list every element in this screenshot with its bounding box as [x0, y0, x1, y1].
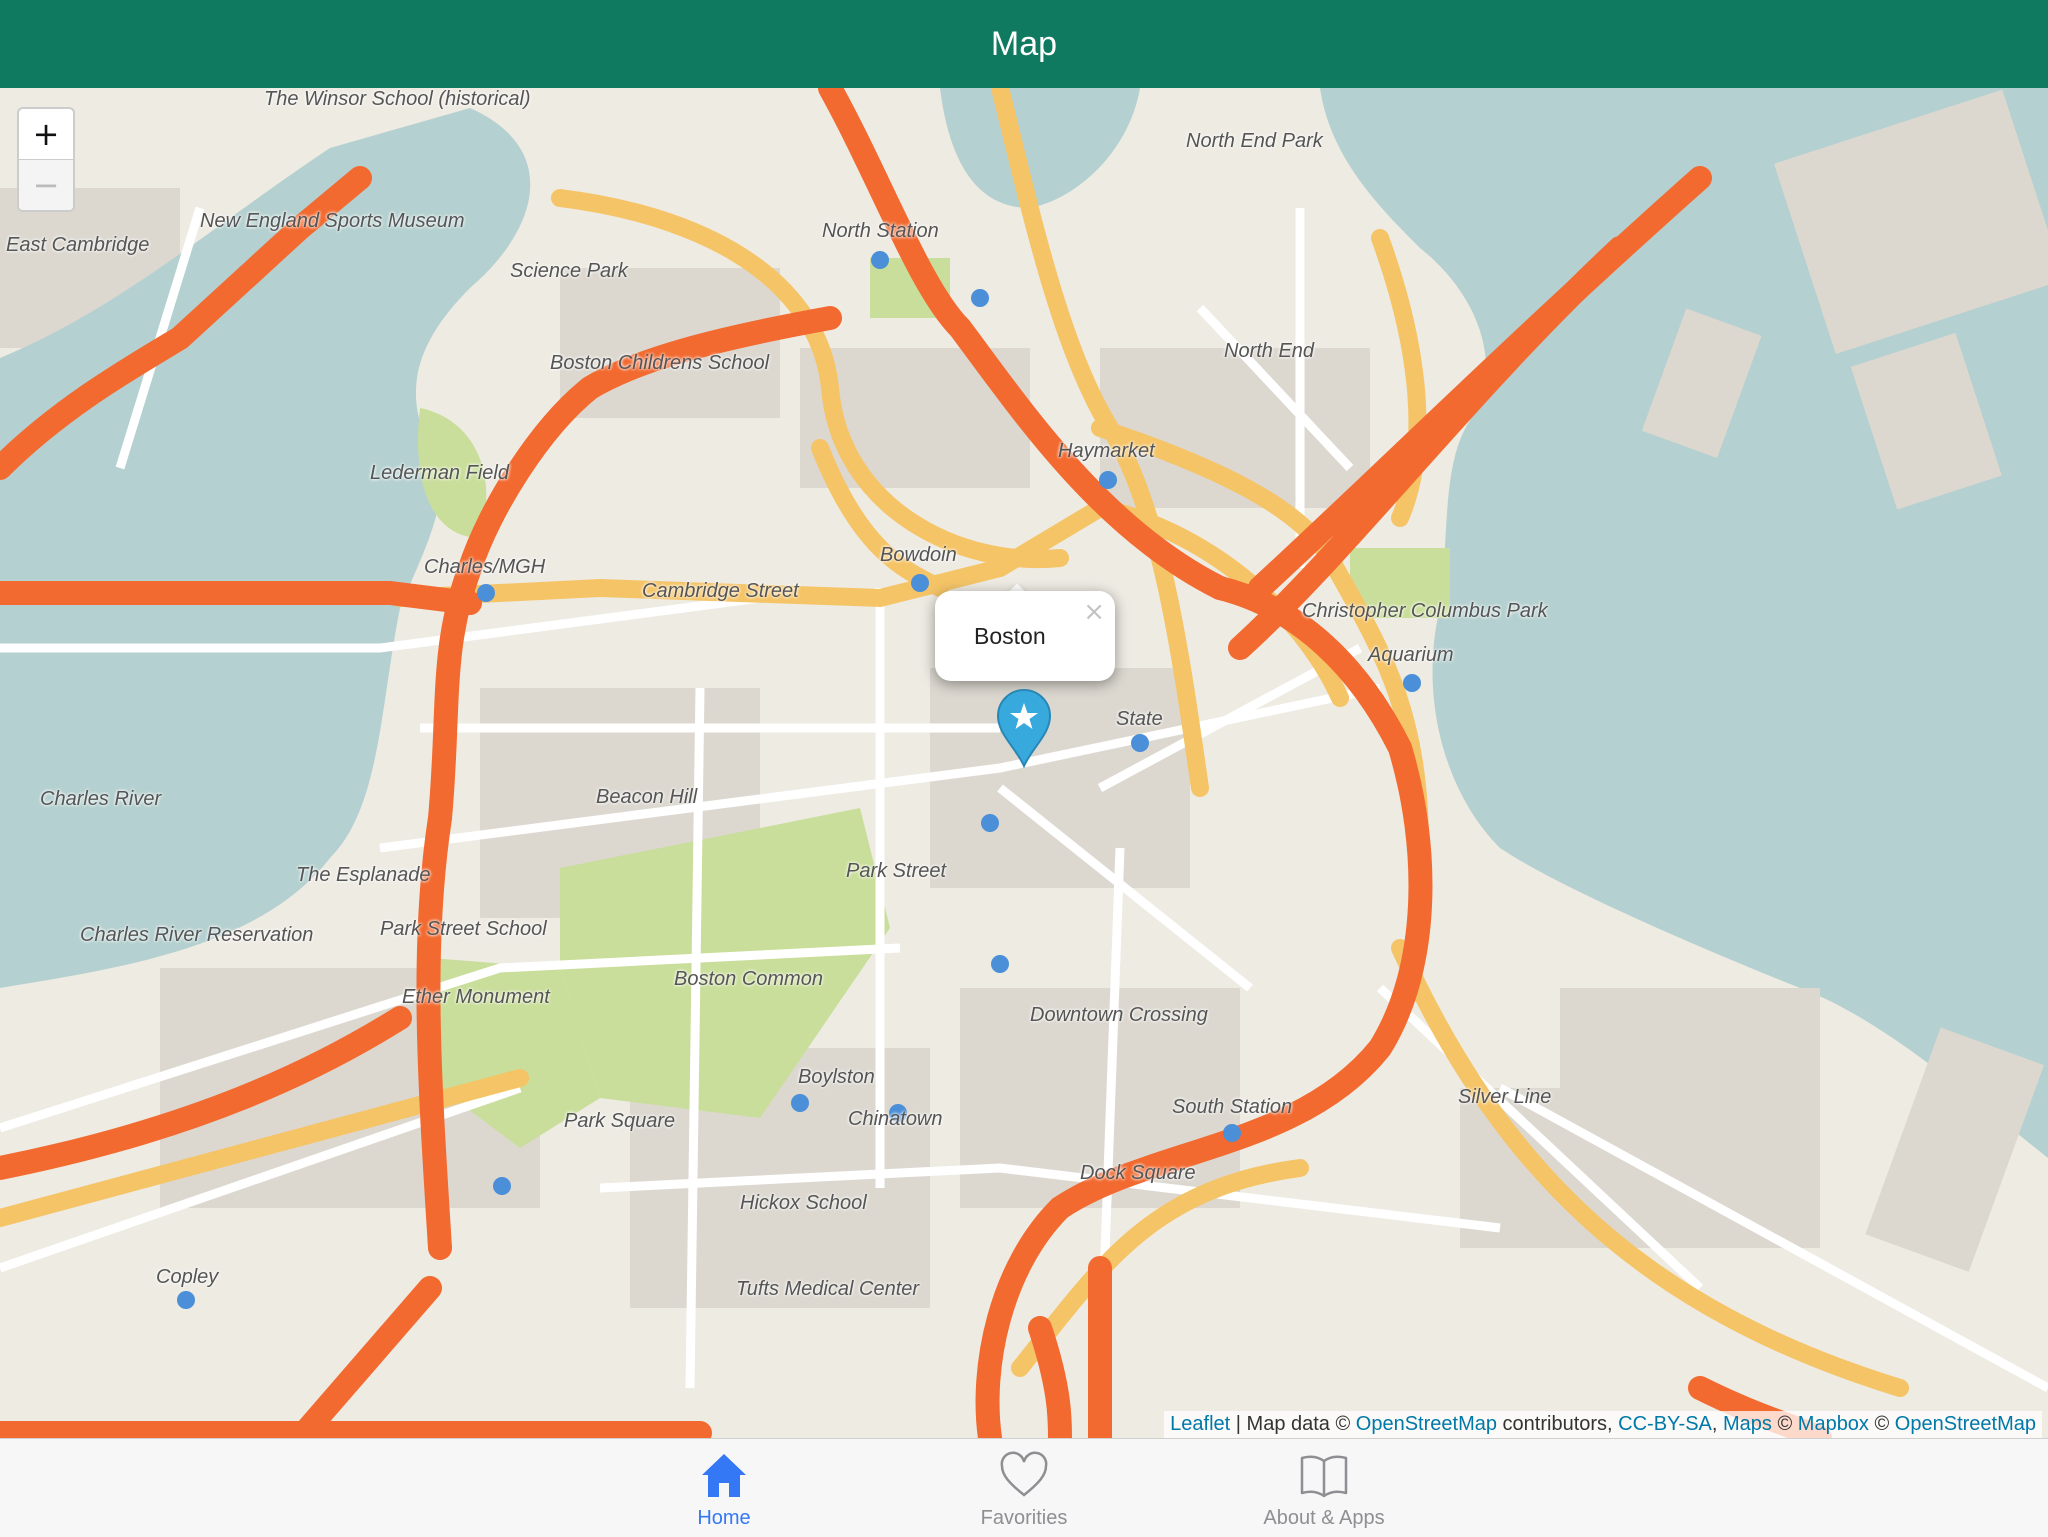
map-view[interactable]: The Winsor School (historical) Charles R… [0, 88, 2048, 1438]
attribution-text: © [1771, 1413, 1798, 1435]
zoom-out-button[interactable]: − [19, 159, 73, 210]
map-label: Silver Line [1458, 1086, 1552, 1108]
map-label: The Winsor School (historical) [264, 88, 531, 110]
map-label: New England Sports Museum [200, 210, 465, 232]
map-label: Boston Common [674, 968, 823, 990]
map-label: South Station [1172, 1096, 1293, 1118]
osm-link[interactable]: OpenStreetMap [1895, 1413, 2036, 1435]
maps-link[interactable]: Maps [1723, 1413, 1772, 1435]
map-label: The Esplanade [296, 864, 431, 886]
map-label: Charles River Reservation [80, 924, 314, 946]
close-icon[interactable]: × [1083, 597, 1105, 627]
map-label: Christopher Columbus Park [1302, 600, 1548, 622]
map-label: Charles River [40, 788, 162, 810]
map-label: North Station [822, 220, 939, 242]
map-label: Science Park [510, 260, 628, 282]
attribution-text: | Map data © [1230, 1413, 1356, 1435]
attribution-text: contributors, [1496, 1413, 1619, 1435]
map-label: Downtown Crossing [1030, 1004, 1208, 1026]
tab-home[interactable]: Home [634, 1439, 814, 1537]
tab-label: About & Apps [1263, 1507, 1385, 1529]
book-icon [1300, 1455, 1348, 1498]
map-label: Aquarium [1368, 644, 1454, 666]
map-label: State [1116, 708, 1163, 730]
tab-label: Favorities [980, 1507, 1068, 1529]
map-label: North End [1224, 340, 1315, 362]
map-label: Lederman Field [370, 462, 509, 484]
page-title: Map [990, 24, 1058, 63]
attribution-text: , [1711, 1413, 1724, 1435]
map-label: Haymarket [1058, 440, 1155, 462]
map-label: Cambridge Street [642, 580, 799, 602]
zoom-in-button[interactable]: + [19, 109, 73, 159]
map-label: Park Street School [380, 918, 547, 940]
map-label: Chinatown [848, 1108, 943, 1130]
attribution-text: © [1868, 1413, 1895, 1435]
map-attribution: Leaflet | Map data © OpenStreetMap contr… [1164, 1411, 2042, 1438]
tab-bar: Home Favorities About & Apps [0, 1438, 2048, 1537]
osm-link[interactable]: OpenStreetMap [1356, 1413, 1497, 1435]
map-label: Ether Monument [402, 986, 550, 1008]
map-label: Boston Childrens School [550, 352, 770, 374]
popup-text: Boston [974, 623, 1046, 649]
map-label: Copley [156, 1266, 219, 1288]
home-icon [702, 1454, 746, 1497]
tab-label: Home [697, 1507, 751, 1529]
leaflet-link[interactable]: Leaflet [1170, 1413, 1230, 1435]
map-label: East Cambridge [6, 234, 150, 256]
map-label: Hickox School [740, 1192, 867, 1214]
license-link[interactable]: CC-BY-SA [1618, 1413, 1712, 1435]
location-popup: Boston × [935, 591, 1115, 681]
map-label: Beacon Hill [596, 786, 698, 808]
map-label: Dock Square [1080, 1162, 1196, 1184]
map-label: North End Park [1186, 130, 1323, 152]
tab-about-apps[interactable]: About & Apps [1234, 1439, 1414, 1537]
map-label: Park Street [846, 860, 947, 882]
map-label: Park Square [564, 1110, 676, 1132]
heart-icon [1000, 1451, 1048, 1497]
map-label: Bowdoin [880, 544, 957, 566]
zoom-control: + − [17, 107, 75, 212]
map-label: Tufts Medical Center [736, 1278, 920, 1300]
tab-favorities[interactable]: Favorities [934, 1439, 1114, 1537]
star-marker-icon [996, 689, 1052, 768]
app-header: Map [0, 0, 2048, 88]
map-label: Boylston [798, 1066, 875, 1088]
mapbox-link[interactable]: Mapbox [1798, 1413, 1869, 1435]
map-label: Charles/MGH [424, 556, 546, 578]
